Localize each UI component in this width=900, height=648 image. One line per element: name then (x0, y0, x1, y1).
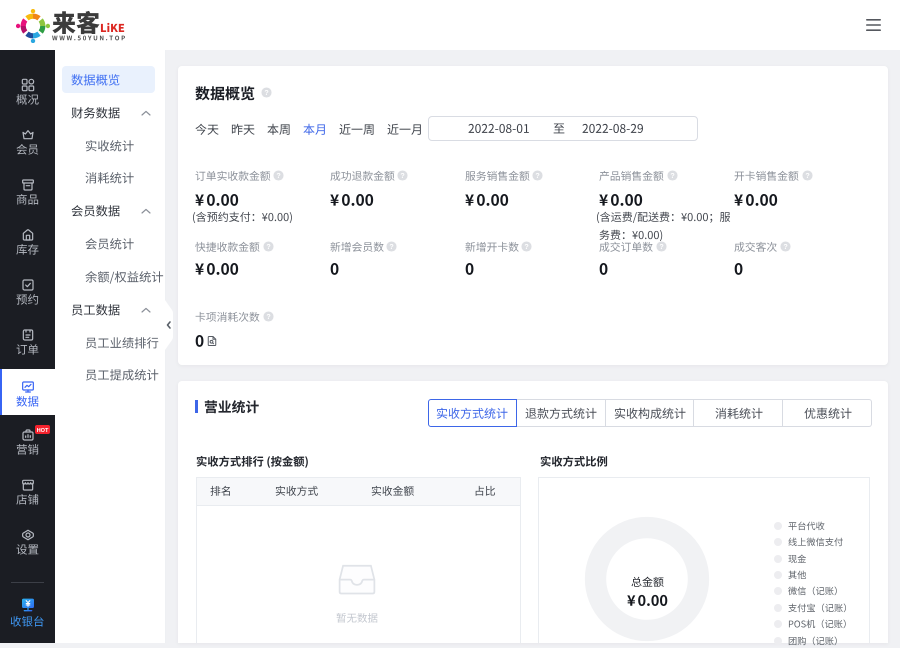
svg-text:?: ? (535, 172, 539, 180)
svg-text:?: ? (266, 313, 270, 321)
svg-text:?: ? (266, 243, 270, 251)
svg-text:?: ? (525, 243, 529, 251)
svg-text:?: ? (401, 172, 405, 180)
svg-text:?: ? (390, 243, 394, 251)
svg-text:?: ? (659, 243, 663, 251)
svg-text:?: ? (783, 243, 787, 251)
svg-text:?: ? (670, 172, 674, 180)
svg-text:?: ? (277, 172, 281, 180)
svg-text:HOT: HOT (37, 428, 49, 434)
svg-text:?: ? (805, 172, 809, 180)
svg-text:?: ? (264, 89, 268, 97)
